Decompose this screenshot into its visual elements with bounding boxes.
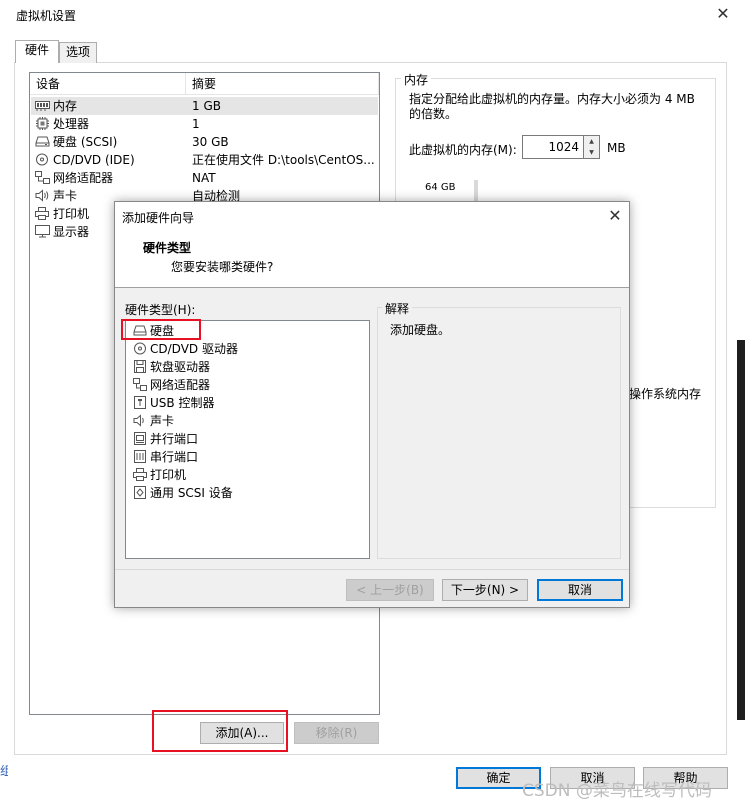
sound-card-icon: [35, 189, 50, 202]
explanation-text: 添加硬盘。: [390, 323, 451, 337]
generic-scsi-icon: [133, 486, 147, 499]
device-summary: 30 GB: [192, 135, 229, 149]
dialog-title: 虚拟机设置: [16, 9, 77, 23]
device-summary: 1 GB: [192, 99, 221, 113]
device-name: 硬盘 (SCSI): [53, 135, 118, 149]
device-row-memory[interactable]: 内存 1 GB: [31, 97, 378, 115]
network-adapter-icon: [133, 378, 147, 391]
list-item-label: 软盘驱动器: [150, 360, 211, 374]
os-memory-label: 操作系统内存: [629, 387, 702, 401]
memory-icon: [35, 99, 50, 112]
parallel-port-icon: [133, 432, 147, 445]
close-icon[interactable]: ✕: [713, 4, 733, 24]
close-icon[interactable]: ✕: [605, 206, 625, 226]
device-summary: 1: [192, 117, 200, 131]
device-name: 显示器: [53, 225, 90, 239]
device-row-network-adapter[interactable]: 网络适配器 NAT: [31, 169, 378, 187]
slider-mark-top: 64 GB: [425, 182, 456, 193]
memory-label: 此虚拟机的内存(M):: [409, 143, 517, 157]
explanation-legend: 解释: [382, 300, 413, 317]
next-button[interactable]: 下一步(N) >: [442, 579, 528, 601]
device-name: 网络适配器: [53, 171, 114, 185]
spin-up-icon[interactable]: ▲: [584, 136, 599, 147]
background-window-edge: [737, 340, 745, 720]
list-item-label: CD/DVD 驱动器: [150, 342, 238, 356]
list-item-label: 网络适配器: [150, 378, 211, 392]
list-item-label: 通用 SCSI 设备: [150, 486, 233, 500]
display-icon: [35, 225, 50, 238]
highlight-box-hard-disk: [121, 319, 201, 340]
device-name: CD/DVD (IDE): [53, 153, 135, 167]
floppy-drive-icon: [133, 360, 147, 373]
remove-hardware-button[interactable]: 移除(R): [294, 722, 379, 744]
device-summary: NAT: [192, 171, 216, 185]
device-name: 打印机: [53, 207, 90, 221]
device-name: 声卡: [53, 189, 78, 203]
printer-icon: [35, 207, 50, 220]
clipped-text: 组: [0, 764, 8, 778]
memory-input[interactable]: 1024: [522, 135, 584, 159]
divider: [115, 569, 629, 570]
device-name: 处理器: [53, 117, 90, 131]
device-row-hard-disk[interactable]: 硬盘 (SCSI) 30 GB: [31, 133, 378, 151]
list-item-label: 并行端口: [150, 432, 199, 446]
memory-group-legend: 内存: [401, 71, 432, 88]
column-header-summary[interactable]: 摘要: [186, 73, 379, 95]
highlight-box-add: [152, 710, 288, 752]
printer-icon: [133, 468, 147, 481]
hardware-type-list[interactable]: 硬盘 CD/DVD 驱动器 软盘驱动器 网络适配器 USB 控制器 声卡 并行端…: [125, 320, 370, 559]
column-header-device[interactable]: 设备: [30, 73, 186, 95]
memory-description: 指定分配给此虚拟机的内存量。内存大小必须为 4 MB 的倍数。: [409, 92, 695, 121]
usb-controller-icon: [133, 396, 147, 409]
add-hardware-wizard: 添加硬件向导 ✕ 硬件类型 您要安装哪类硬件? 硬件类型(H): 硬盘 CD/D…: [114, 201, 630, 608]
tab-options[interactable]: 选项: [59, 42, 97, 63]
wizard-heading: 硬件类型: [143, 241, 192, 255]
list-item-label: 声卡: [150, 414, 175, 428]
cd-dvd-icon: [35, 153, 50, 166]
memory-unit: MB: [607, 141, 626, 155]
wizard-subheading: 您要安装哪类硬件?: [171, 260, 274, 274]
processor-icon: [35, 117, 50, 130]
hard-disk-icon: [35, 135, 50, 148]
watermark: CSDN @菜鸟在线写代码: [522, 781, 712, 801]
device-row-processor[interactable]: 处理器 1: [31, 115, 378, 133]
back-button[interactable]: < 上一步(B): [346, 579, 434, 601]
tab-hardware[interactable]: 硬件: [15, 40, 59, 63]
explanation-group: [377, 307, 621, 559]
list-item-label: 打印机: [150, 468, 187, 482]
memory-spinner[interactable]: ▲ ▼: [584, 135, 600, 159]
list-item-label: 串行端口: [150, 450, 199, 464]
spin-down-icon[interactable]: ▼: [584, 147, 599, 158]
network-adapter-icon: [35, 171, 50, 184]
wizard-title: 添加硬件向导: [122, 211, 195, 225]
serial-port-icon: [133, 450, 147, 463]
list-item-label: USB 控制器: [150, 396, 215, 410]
sound-card-icon: [133, 414, 147, 427]
hardware-type-label: 硬件类型(H):: [125, 303, 196, 317]
device-row-cd-dvd[interactable]: CD/DVD (IDE) 正在使用文件 D:\tools\CentOS...: [31, 151, 378, 169]
device-name: 内存: [53, 99, 78, 113]
device-summary: 正在使用文件 D:\tools\CentOS...: [192, 153, 375, 167]
wizard-cancel-button[interactable]: 取消: [537, 579, 623, 601]
cd-dvd-drive-icon: [133, 342, 147, 355]
